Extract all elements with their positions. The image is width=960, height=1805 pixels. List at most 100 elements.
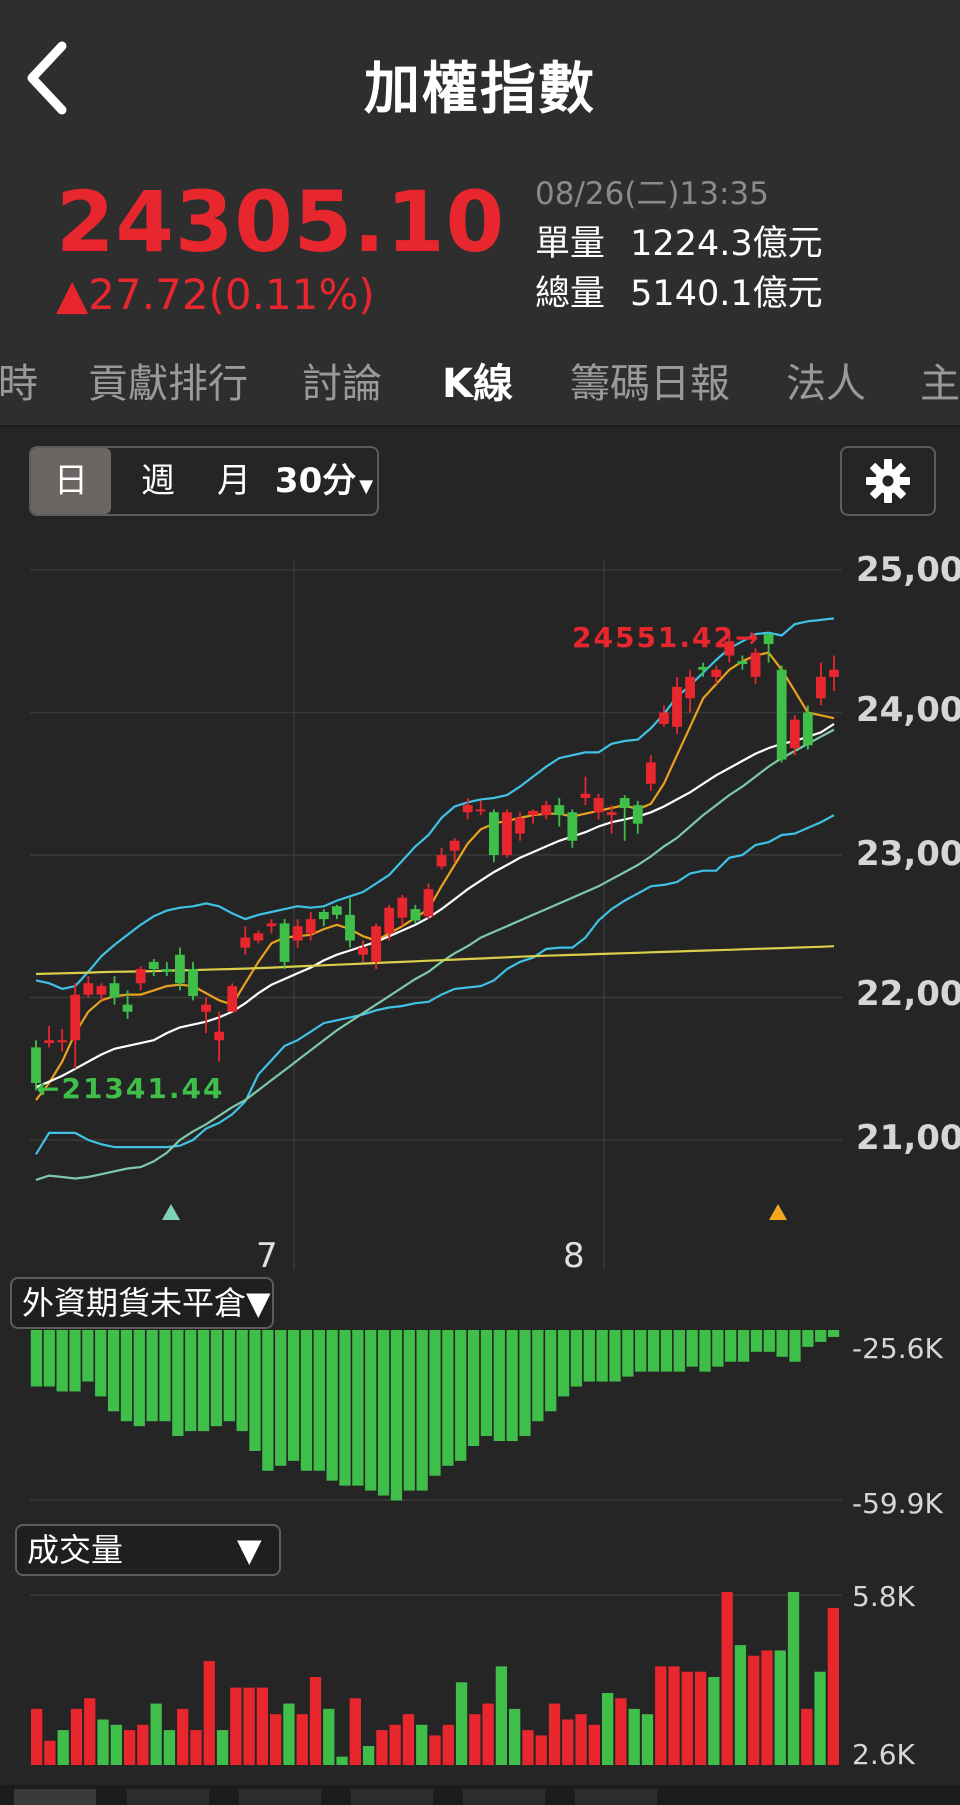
page-title: 加權指數 xyxy=(364,57,596,122)
futures-bar xyxy=(789,1330,801,1362)
candle xyxy=(44,1040,54,1044)
futures-indicator-selector[interactable]: 外資期貨未平倉▼ xyxy=(10,1277,274,1329)
volume-indicator-selector[interactable]: 成交量 ▼ xyxy=(15,1524,281,1576)
candle xyxy=(253,933,264,941)
gear-icon xyxy=(866,459,910,503)
volume-bar xyxy=(57,1730,69,1765)
candle xyxy=(462,805,473,813)
volume-bar xyxy=(535,1735,547,1765)
settings-button[interactable] xyxy=(840,446,936,516)
volume-bar xyxy=(748,1655,760,1765)
futures-bar xyxy=(416,1330,428,1491)
tab-discussion[interactable]: 討論 xyxy=(302,351,382,409)
period-30min[interactable]: 30分 ▼ xyxy=(269,448,377,514)
toolbar-tab[interactable] xyxy=(351,1789,433,1805)
tab-kline[interactable]: K線 xyxy=(442,351,513,409)
candle xyxy=(384,907,395,934)
volume-bar xyxy=(641,1714,654,1765)
volume-bar xyxy=(588,1724,600,1765)
futures-bar xyxy=(43,1330,55,1387)
y-tick-label: 25,000 xyxy=(856,550,960,590)
candle xyxy=(345,914,355,941)
candle xyxy=(515,817,525,834)
total-volume: 總量 5140.1億元 xyxy=(535,265,823,316)
volume-bar xyxy=(336,1756,348,1765)
volume-indicator-label: 成交量 xyxy=(27,1531,124,1569)
candle xyxy=(685,676,696,699)
futures-bar xyxy=(159,1330,171,1422)
volume-bar xyxy=(655,1666,667,1765)
futures-bar xyxy=(609,1330,621,1382)
futures-bar xyxy=(30,1330,43,1387)
tab-time[interactable]: 時 xyxy=(0,351,38,409)
futures-bar xyxy=(313,1330,325,1471)
tab-institutional[interactable]: 法人 xyxy=(786,351,866,409)
futures-bar xyxy=(377,1330,390,1496)
candle xyxy=(802,712,813,746)
futures-bar xyxy=(365,1330,377,1491)
volume-bar xyxy=(708,1677,720,1765)
candle xyxy=(541,805,552,816)
candle xyxy=(567,812,578,841)
volume-bar xyxy=(243,1687,255,1765)
period-month[interactable]: 月 xyxy=(199,448,269,514)
quote-panel: 24305.10 ▲27.72(0.11%) 08/26(二)13:35 單量 … xyxy=(0,165,960,325)
volume-bar xyxy=(416,1724,428,1765)
futures-bar xyxy=(635,1330,647,1372)
toolbar-tab[interactable] xyxy=(14,1789,96,1805)
tab-main[interactable]: 主 xyxy=(920,351,960,409)
signal-up-icon xyxy=(769,1204,787,1220)
volume-bar xyxy=(482,1703,494,1765)
futures-bar xyxy=(339,1330,351,1486)
futures-top-label: -25.6K xyxy=(852,1332,943,1365)
tab-chip-report[interactable]: 籌碼日報 xyxy=(570,351,730,409)
volume-bar xyxy=(270,1714,282,1765)
volume-bar xyxy=(787,1592,800,1765)
volume-top-label: 5.8K xyxy=(852,1580,915,1613)
futures-bar xyxy=(455,1330,467,1461)
futures-bar xyxy=(197,1330,210,1432)
toolbar-tab[interactable] xyxy=(127,1789,209,1805)
candle xyxy=(711,669,722,677)
candle xyxy=(750,652,761,677)
candle xyxy=(227,986,238,1012)
toolbar-tab[interactable] xyxy=(239,1789,321,1805)
candle xyxy=(214,1031,225,1041)
y-tick-label: 24,000 xyxy=(856,690,960,730)
volume-bar xyxy=(548,1703,561,1765)
futures-bar xyxy=(467,1330,480,1446)
futures-bar xyxy=(545,1330,557,1412)
toolbar-tab[interactable] xyxy=(463,1789,545,1805)
candle xyxy=(502,812,512,855)
candle xyxy=(776,669,787,760)
app-header: 加權指數 xyxy=(0,0,960,165)
candle xyxy=(109,983,120,998)
low-marker-label: ←21341.44 xyxy=(36,1072,224,1105)
candle xyxy=(83,983,94,995)
futures-bar xyxy=(326,1330,338,1481)
y-tick-label: 23,000 xyxy=(856,834,960,874)
kline-chart[interactable]: 24551.42→ ←21341.44 xyxy=(0,540,850,1280)
candle xyxy=(318,912,329,920)
futures-bar xyxy=(403,1330,415,1491)
period-week[interactable]: 週 xyxy=(123,448,193,514)
candle xyxy=(358,947,368,955)
futures-bar xyxy=(827,1330,840,1337)
candle xyxy=(371,926,382,962)
futures-bar xyxy=(570,1330,583,1387)
futures-bar xyxy=(146,1330,158,1422)
volume-bar xyxy=(681,1671,693,1765)
volume-bar xyxy=(522,1730,534,1765)
volume-bar xyxy=(323,1708,335,1765)
candle xyxy=(279,923,290,962)
tab-contribution[interactable]: 貢獻排行 xyxy=(88,351,248,409)
toolbar-tab[interactable] xyxy=(575,1789,657,1805)
candle xyxy=(645,762,656,784)
volume-bar xyxy=(230,1687,242,1765)
period-day[interactable]: 日 xyxy=(31,448,111,514)
candle xyxy=(410,909,421,921)
futures-bar xyxy=(352,1330,364,1486)
period-selector: 日 週 月 30分 ▼ xyxy=(29,446,379,516)
volume-bar xyxy=(774,1650,786,1765)
candle xyxy=(174,954,185,984)
